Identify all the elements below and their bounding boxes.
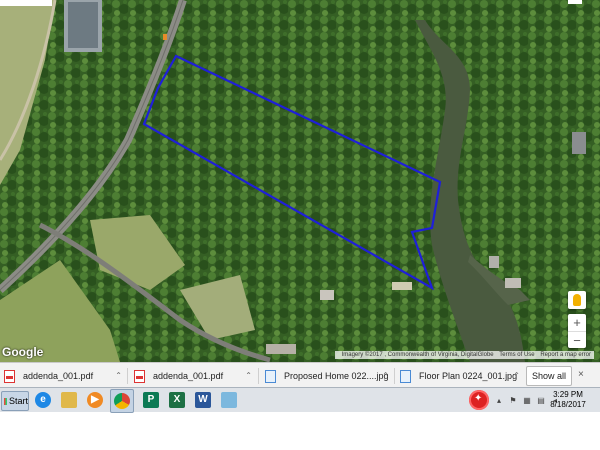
chrome-button[interactable]	[110, 389, 134, 413]
satellite-map[interactable]: Google Imagery ©2017 , Commonwealth of V…	[0, 0, 600, 362]
pdf-file-icon	[134, 369, 145, 383]
tray-arrow-icon[interactable]: ▴	[495, 396, 503, 405]
terms-link[interactable]: Terms of Use	[499, 352, 534, 358]
network-icon[interactable]: ▦	[523, 396, 531, 405]
chevron-up-icon[interactable]: ⌃	[513, 371, 520, 380]
divider	[394, 368, 395, 384]
paint-button[interactable]	[218, 389, 240, 411]
download-filename: Floor Plan 0224_001.jpg	[419, 371, 518, 381]
chevron-up-icon[interactable]: ⌃	[115, 371, 122, 380]
download-filename: addenda_001.pdf	[23, 371, 94, 381]
excel-button[interactable]: X	[166, 389, 188, 411]
google-logo: Google	[2, 345, 44, 359]
flag-alert-icon[interactable]: ⚑	[509, 396, 517, 405]
chevron-up-icon[interactable]: ⌃	[382, 371, 389, 380]
download-filename: addenda_001.pdf	[153, 371, 224, 381]
word-icon: W	[195, 392, 211, 408]
zoom-in-button[interactable]: +	[568, 314, 586, 332]
download-filename: Proposed Home 022....jpg	[284, 371, 389, 381]
download-item[interactable]: Floor Plan 0224_001.jpg ⌃	[400, 367, 520, 385]
download-item[interactable]: addenda_001.pdf ⌃	[134, 367, 252, 385]
download-shelf: addenda_001.pdf ⌃ addenda_001.pdf ⌃ Prop…	[0, 362, 600, 388]
windows-flag-icon	[4, 397, 7, 405]
map-top-right-panel	[568, 0, 582, 4]
media-player-icon: ▶	[87, 392, 103, 408]
publisher-button[interactable]: P	[140, 389, 162, 411]
zoom-out-button[interactable]: −	[568, 332, 586, 349]
divider	[127, 368, 128, 384]
start-label: Start	[8, 396, 28, 406]
map-imagery	[0, 0, 600, 362]
media-player-button[interactable]: ▶	[84, 389, 106, 411]
image-file-icon	[400, 369, 411, 383]
word-button[interactable]: W	[192, 389, 214, 411]
explorer-button[interactable]	[58, 389, 80, 411]
pdf-file-icon	[4, 369, 15, 383]
pegman-icon[interactable]	[568, 291, 586, 309]
publisher-icon: P	[143, 392, 159, 408]
clock-time: 3:29 PM	[553, 390, 583, 399]
close-icon[interactable]: ×	[578, 369, 584, 380]
map-attribution: Imagery ©2017 , Commonwealth of Virginia…	[334, 351, 594, 359]
chrome-icon	[114, 393, 130, 409]
download-item[interactable]: addenda_001.pdf ⌃	[4, 367, 122, 385]
taskbar: Start e ▶ P X W ▴ ⚑ ▦ ▤ ◂ 3:29 PM 8/18/2…	[0, 387, 600, 413]
ie-button[interactable]: e	[32, 389, 54, 411]
acrobat-icon[interactable]	[469, 390, 489, 410]
clock-date: 8/18/2017	[550, 400, 586, 409]
printer-icon[interactable]: ▤	[537, 396, 545, 405]
excel-icon: X	[169, 392, 185, 408]
ie-icon: e	[35, 392, 51, 408]
imagery-credit: Imagery ©2017 , Commonwealth of Virginia…	[341, 352, 494, 358]
paint-icon	[221, 392, 237, 408]
folder-icon	[61, 392, 77, 408]
zoom-control: + −	[568, 314, 586, 348]
start-button[interactable]: Start	[1, 391, 29, 411]
image-file-icon	[265, 369, 276, 383]
download-item[interactable]: Proposed Home 022....jpg ⌃	[265, 367, 389, 385]
report-error-link[interactable]: Report a map error	[540, 352, 591, 358]
map-top-left-panel	[0, 0, 52, 6]
chevron-up-icon[interactable]: ⌃	[245, 371, 252, 380]
divider	[258, 368, 259, 384]
show-all-button[interactable]: Show all	[526, 366, 572, 386]
taskbar-clock[interactable]: 3:29 PM 8/18/2017	[548, 390, 588, 410]
